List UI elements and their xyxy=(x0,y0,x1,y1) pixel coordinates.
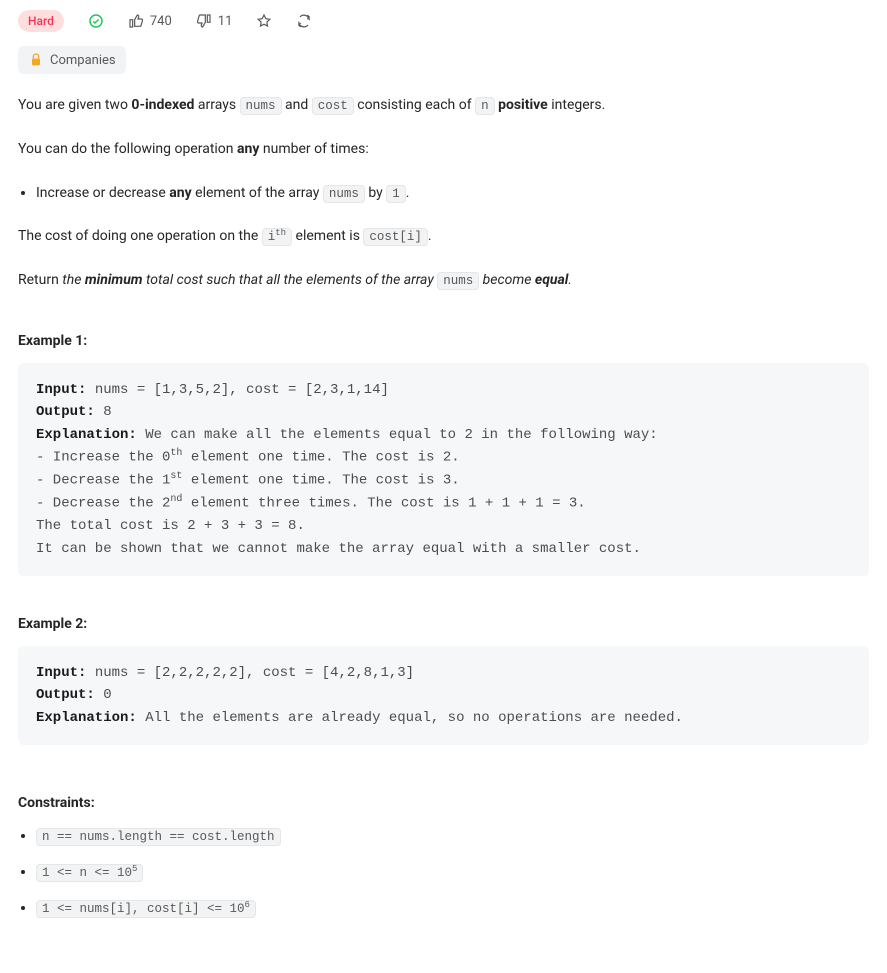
constraints-heading: Constraints: xyxy=(18,795,869,811)
desc-op-list: Increase or decrease any element of the … xyxy=(18,182,869,206)
dislike-button[interactable]: 11 xyxy=(196,13,233,29)
example-1-block: Input: nums = [1,3,5,2], cost = [2,3,1,1… xyxy=(18,363,869,576)
constraints-list: n == nums.length == cost.length 1 <= n <… xyxy=(18,825,869,920)
share-button[interactable] xyxy=(296,13,312,29)
example-1-heading: Example 1: xyxy=(18,333,869,349)
code-cost: cost xyxy=(312,97,354,115)
desc-p3: The cost of doing one operation on the i… xyxy=(18,225,869,249)
list-item: Increase or decrease any element of the … xyxy=(36,182,869,206)
lock-icon xyxy=(28,52,44,68)
code-nums: nums xyxy=(240,97,282,115)
desc-p1: You are given two 0-indexed arrays nums … xyxy=(18,94,869,118)
solved-icon xyxy=(88,13,104,29)
desc-p2: You can do the following operation any n… xyxy=(18,138,869,162)
dislike-count: 11 xyxy=(218,14,233,29)
companies-label: Companies xyxy=(50,53,116,68)
code-n: n xyxy=(475,97,495,115)
list-item: 1 <= nums[i], cost[i] <= 106 xyxy=(36,897,869,921)
example-2-heading: Example 2: xyxy=(18,616,869,632)
desc-p4: Return the minimum total cost such that … xyxy=(18,269,869,293)
problem-meta-row: Hard 740 11 xyxy=(18,10,869,32)
companies-tag[interactable]: Companies xyxy=(18,46,126,74)
list-item: 1 <= n <= 105 xyxy=(36,861,869,885)
like-count: 740 xyxy=(150,14,172,29)
favorite-button[interactable] xyxy=(256,13,272,29)
difficulty-badge: Hard xyxy=(18,10,64,32)
list-item: n == nums.length == cost.length xyxy=(36,825,869,849)
example-2-block: Input: nums = [2,2,2,2,2], cost = [4,2,8… xyxy=(18,646,869,745)
like-button[interactable]: 740 xyxy=(128,13,172,29)
problem-description: You are given two 0-indexed arrays nums … xyxy=(18,94,869,921)
